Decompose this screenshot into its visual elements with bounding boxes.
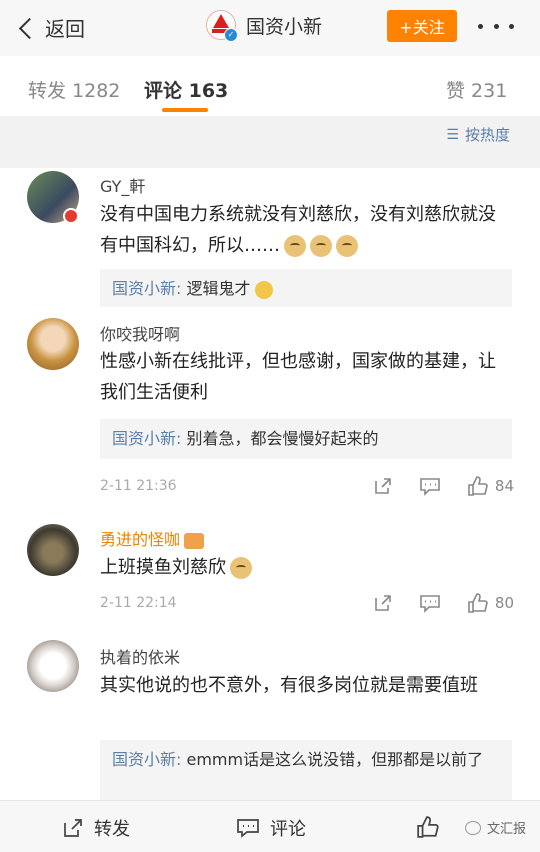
reply-text: 逻辑鬼才 xyxy=(186,279,251,298)
comment-username-row: 勇进的怪咖 xyxy=(100,526,205,550)
comment-username[interactable]: GY_軒 xyxy=(100,173,145,197)
reply-text: emmm话是这么说没错，但那都是以前了 xyxy=(186,750,484,769)
thumbs-up-icon xyxy=(417,816,439,838)
repost-button[interactable]: 转发 xyxy=(62,815,130,841)
thumbs-up-icon xyxy=(468,593,488,613)
tab-likes[interactable]: 赞 231 xyxy=(446,76,507,103)
sort-bar: ☰ 按热度 xyxy=(0,116,540,168)
back-label: 返回 xyxy=(45,16,85,41)
like-count: 80 xyxy=(494,594,514,612)
bottom-action-bar: 转发 评论 文汇报 xyxy=(0,800,540,852)
tab-reposts[interactable]: 转发 1282 xyxy=(28,76,120,103)
active-tab-indicator xyxy=(162,108,208,112)
comment-username[interactable]: 执着的依米 xyxy=(100,644,180,668)
comment-timestamp: 2-11 21:36 xyxy=(100,478,177,494)
sort-by-hot-button[interactable]: ☰ 按热度 xyxy=(446,124,510,145)
comment-timestamp: 2-11 22:14 xyxy=(100,595,177,611)
reply-text: 别着急，都会慢慢好起来的 xyxy=(186,429,379,448)
comment-text: 没有中国电力系统就没有刘慈欣，没有刘慈欣就没有中国科幻，所以…… xyxy=(100,204,496,257)
repost-label: 转发 xyxy=(94,819,130,840)
comment-label: 评论 xyxy=(270,819,306,840)
comment-icon[interactable] xyxy=(419,476,441,496)
doge-emoji-icon xyxy=(336,235,358,257)
badge-icon xyxy=(63,208,79,224)
reply-box[interactable]: 国资小新: emmm话是这么说没错，但那都是以前了 xyxy=(100,740,512,800)
thumbs-up-icon xyxy=(468,476,488,496)
comment-text: 上班摸鱼刘慈欣 xyxy=(100,552,510,583)
comment-item: 你咬我呀啊 性感小新在线批评，但也感谢，国家做的基建，让我们生活便利 国资小新:… xyxy=(0,312,540,512)
doge-emoji-icon xyxy=(230,557,252,579)
comment-button[interactable]: 评论 xyxy=(236,815,306,841)
reply-username[interactable]: 国资小新: xyxy=(112,429,181,448)
reply-username[interactable]: 国资小新: xyxy=(112,750,181,769)
wechat-icon xyxy=(464,820,481,835)
like-button[interactable]: 84 xyxy=(467,475,514,497)
reply-username[interactable]: 国资小新: xyxy=(112,279,181,298)
back-button[interactable]: 返回 xyxy=(18,10,85,44)
watermark: 文汇报 xyxy=(464,818,526,837)
watermark-text: 文汇报 xyxy=(486,822,526,837)
verified-icon: ✓ xyxy=(224,28,238,42)
avatar[interactable] xyxy=(27,640,79,692)
account-header[interactable]: ✓ 国资小新 xyxy=(206,10,323,42)
comment-text: 其实他说的也不意外，有很多岗位就是需要值班 xyxy=(100,675,478,696)
comment-text: 性感小新在线批评，但也感谢，国家做的基建，让我们生活便利 xyxy=(100,351,496,403)
doge-emoji-icon xyxy=(310,235,332,257)
doge-emoji-icon xyxy=(284,235,306,257)
account-logo: ✓ xyxy=(206,10,238,42)
comment-actions: 84 xyxy=(347,475,514,497)
crown-badge-icon xyxy=(184,532,205,549)
tab-comments[interactable]: 评论 163 xyxy=(144,76,228,103)
laughing-emoji-icon xyxy=(254,280,273,299)
like-count: 84 xyxy=(494,477,514,495)
follow-button[interactable]: +关注 xyxy=(387,10,457,42)
comment-icon xyxy=(237,819,259,838)
sort-label: 按热度 xyxy=(464,126,510,144)
top-bar: 返回 ✓ 国资小新 +关注 xyxy=(0,0,540,56)
comment-item: GY_軒 没有中国电力系统就没有刘慈欣，没有刘慈欣就没有中国科幻，所以…… 国资… xyxy=(0,168,540,308)
like-button[interactable]: 80 xyxy=(467,592,514,614)
comment-item: 勇进的怪咖 上班摸鱼刘慈欣 2-11 22:14 80 xyxy=(0,520,540,630)
comment-item: 执着的依米 其实他说的也不意外，有很多岗位就是需要值班 国资小新: emmm话是… xyxy=(0,636,540,800)
comment-username[interactable]: 勇进的怪咖 xyxy=(100,530,180,549)
account-name: 国资小新 xyxy=(246,15,323,38)
share-icon[interactable] xyxy=(373,476,393,496)
comment-username[interactable]: 你咬我呀啊 xyxy=(100,321,180,345)
share-icon[interactable] xyxy=(373,593,393,613)
sort-icon: ☰ xyxy=(446,126,459,143)
reply-box[interactable]: 国资小新: 别着急，都会慢慢好起来的 xyxy=(100,419,512,459)
chevron-left-icon xyxy=(18,17,41,39)
avatar[interactable] xyxy=(27,524,79,576)
reply-box[interactable]: 国资小新: 逻辑鬼才 xyxy=(100,269,512,307)
tab-bar: 转发 1282 评论 163 赞 231 xyxy=(0,56,540,116)
more-options-icon[interactable] xyxy=(478,12,514,40)
avatar[interactable] xyxy=(27,318,79,370)
comment-actions: 80 xyxy=(347,592,514,614)
like-button[interactable] xyxy=(416,815,450,839)
repost-icon xyxy=(64,819,82,837)
comment-icon[interactable] xyxy=(419,593,441,613)
